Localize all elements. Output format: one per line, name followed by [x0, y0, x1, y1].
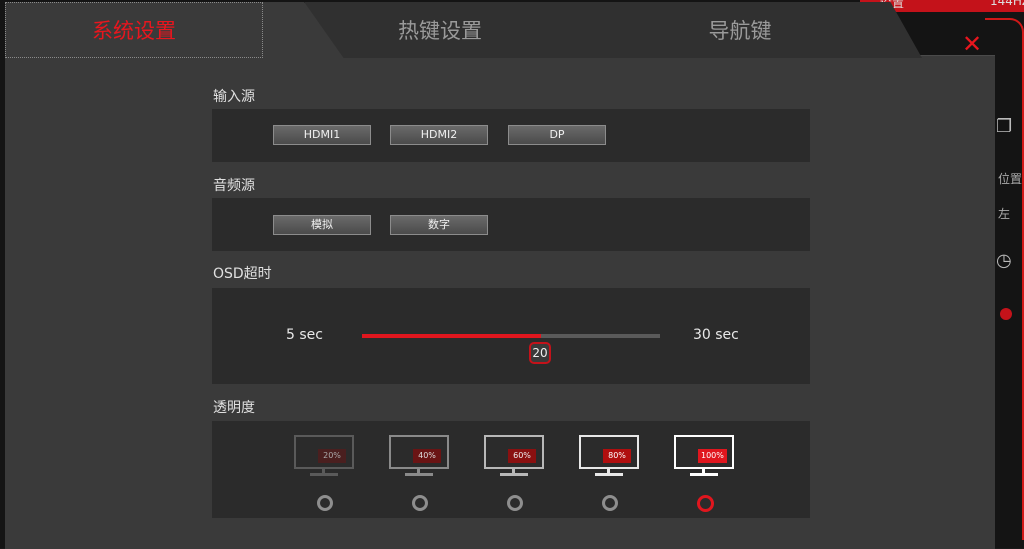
- background-side-text: 左: [998, 207, 1011, 221]
- tab-hotkey-settings[interactable]: 热键设置: [340, 2, 540, 58]
- opacity-40-radio[interactable]: [412, 495, 428, 511]
- monitor-base: [405, 473, 433, 476]
- osd-timeout-slider-thumb[interactable]: 20: [529, 342, 551, 364]
- monitor-icon: 80%: [579, 435, 639, 481]
- opacity-20-radio[interactable]: [317, 495, 333, 511]
- slider-min-label: 5 sec: [286, 327, 323, 343]
- osd-timeout-label: OSD超时: [213, 266, 272, 282]
- background-side-text: 位置: [998, 172, 1023, 186]
- background-top-item: 144Hz: [990, 0, 1024, 8]
- audio-digital-button[interactable]: 数字: [390, 215, 488, 235]
- monitor-base: [690, 473, 718, 476]
- monitor-icon: 100%: [674, 435, 734, 481]
- input-source-label: 输入源: [213, 89, 255, 105]
- opacity-80-radio[interactable]: [602, 495, 618, 511]
- osd-timeout-slider-fill: [362, 334, 541, 338]
- opacity-badge: 20%: [318, 449, 346, 463]
- audio-source-box: 模拟 数字: [212, 198, 810, 251]
- copy-icon: ❐: [996, 116, 1013, 137]
- monitor-icon: 60%: [484, 435, 544, 481]
- monitor-base: [500, 473, 528, 476]
- opacity-100-radio[interactable]: [697, 495, 714, 512]
- input-hdmi2-button[interactable]: HDMI2: [390, 125, 488, 145]
- monitor-base: [310, 473, 338, 476]
- input-hdmi1-button[interactable]: HDMI1: [273, 125, 371, 145]
- timer-icon: ◷: [996, 250, 1012, 271]
- slider-max-label: 30 sec: [693, 327, 739, 343]
- tab-system-settings[interactable]: 系统设置: [5, 2, 263, 58]
- audio-source-label: 音频源: [213, 178, 255, 194]
- monitor-icon: 20%: [294, 435, 354, 481]
- input-source-box: HDMI1 HDMI2 DP: [212, 109, 810, 162]
- tab-navigation-keys[interactable]: 导航键: [640, 2, 840, 58]
- background-dot: [1000, 308, 1012, 320]
- opacity-badge: 100%: [698, 449, 727, 463]
- opacity-badge: 80%: [603, 449, 631, 463]
- input-dp-button[interactable]: DP: [508, 125, 606, 145]
- monitor-base: [595, 473, 623, 476]
- osd-timeout-slider-track[interactable]: [362, 334, 660, 338]
- monitor-icon: 40%: [389, 435, 449, 481]
- opacity-badge: 40%: [413, 449, 441, 463]
- opacity-60-radio[interactable]: [507, 495, 523, 511]
- transparency-label: 透明度: [213, 400, 255, 416]
- opacity-badge: 60%: [508, 449, 536, 463]
- close-icon[interactable]: ✕: [958, 30, 986, 58]
- audio-analog-button[interactable]: 模拟: [273, 215, 371, 235]
